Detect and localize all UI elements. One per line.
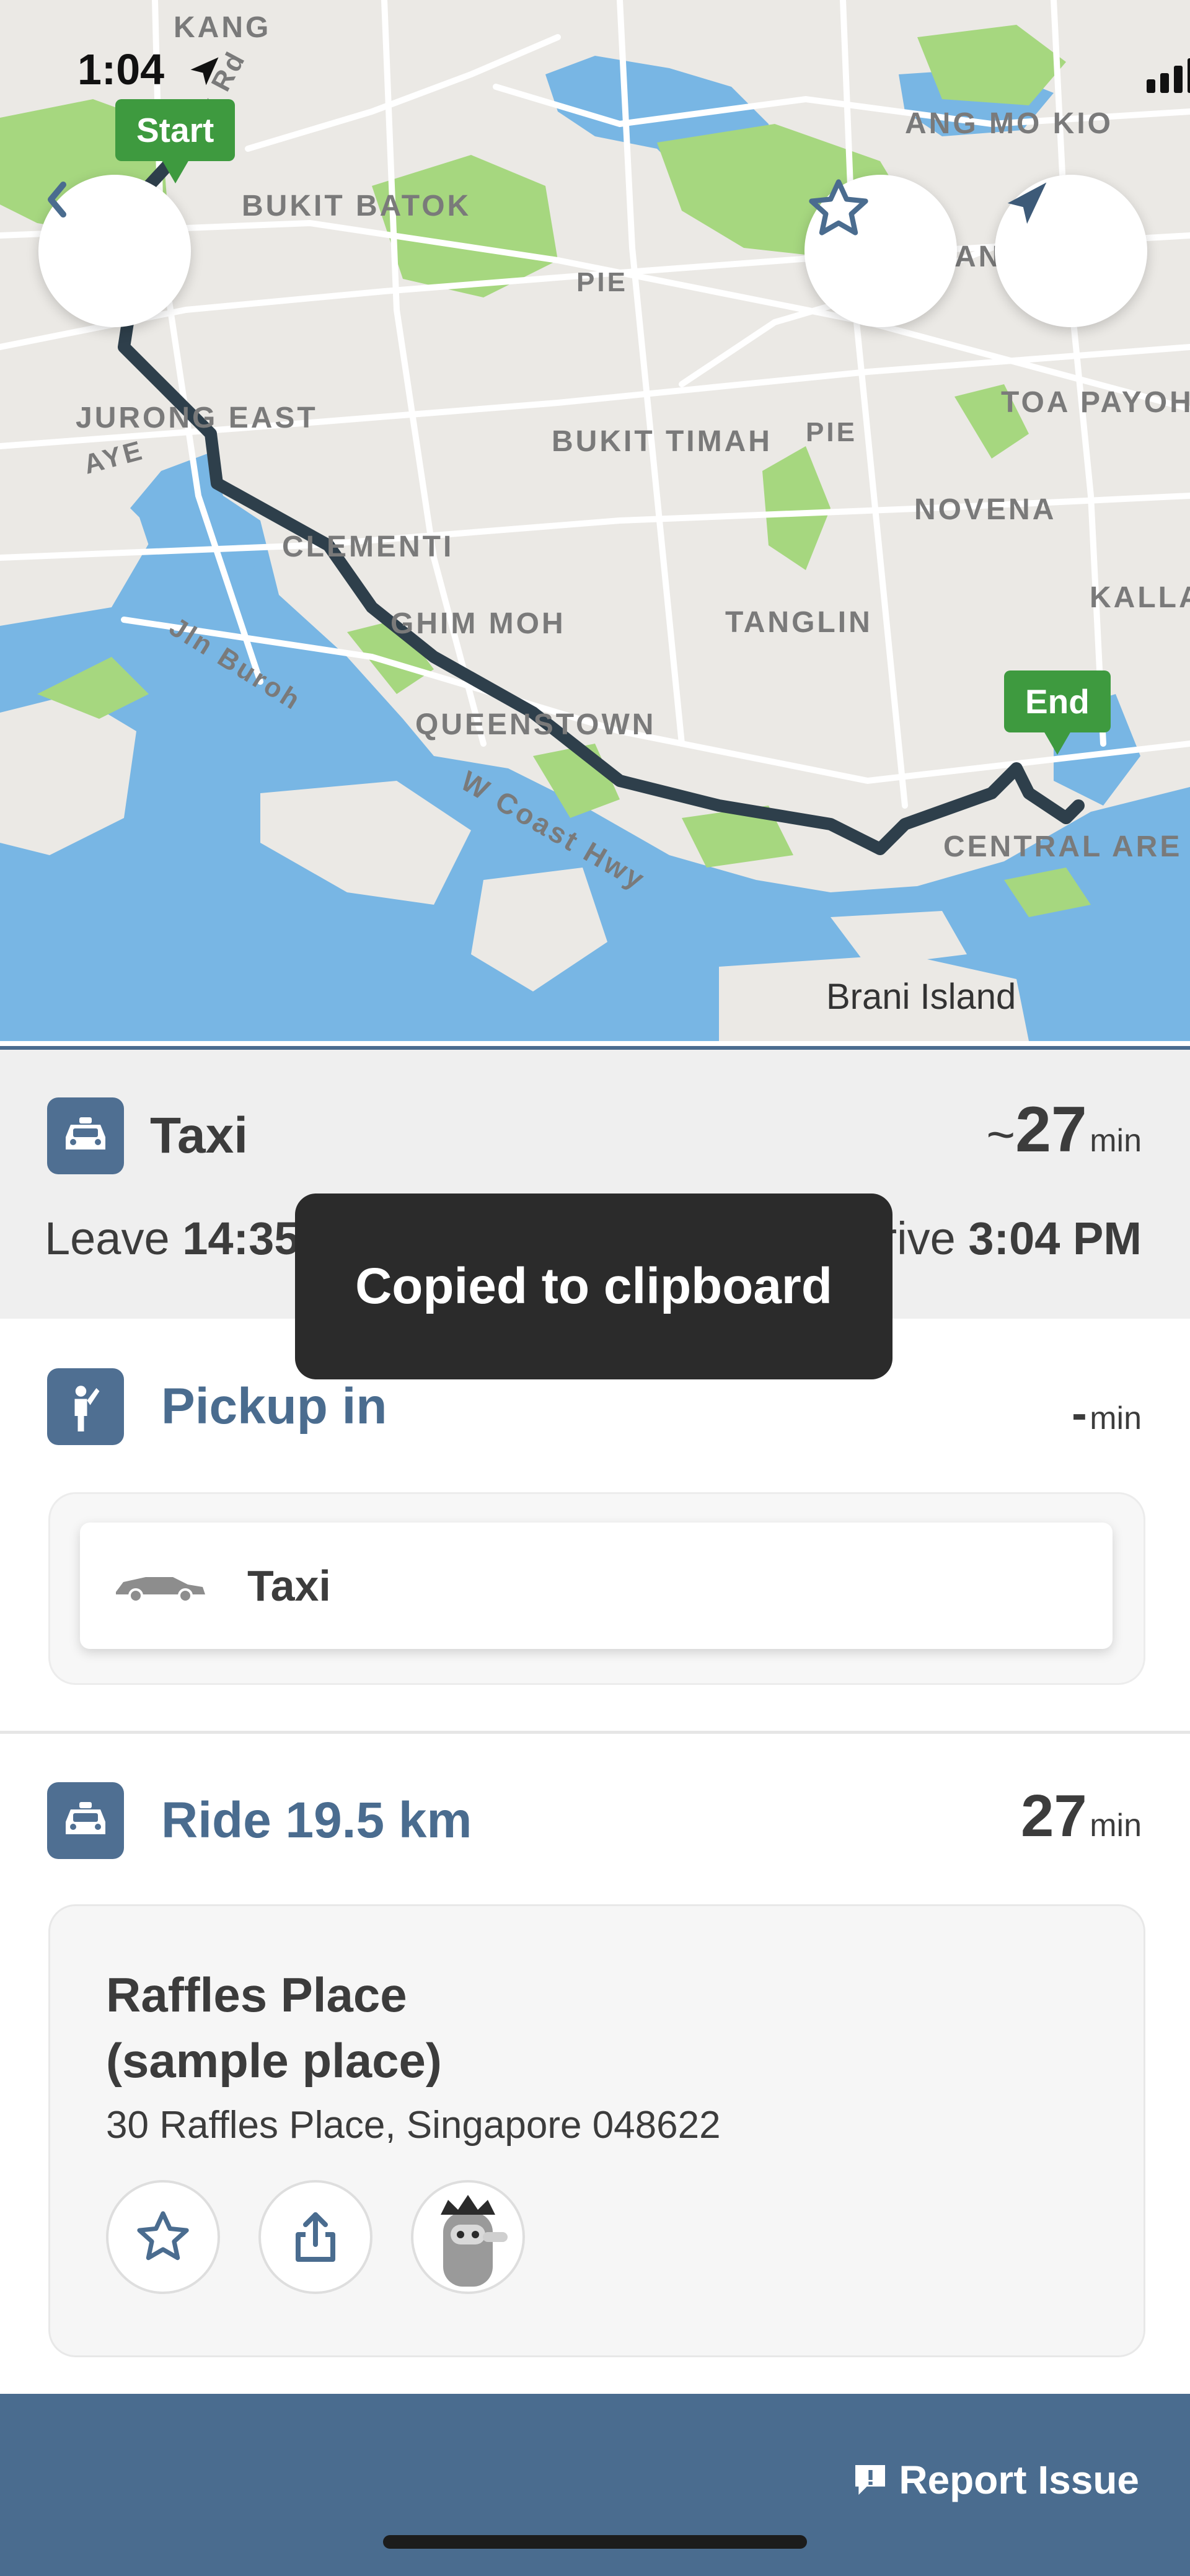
duration-unit: min — [1090, 1123, 1142, 1159]
end-pin: End — [1004, 670, 1111, 755]
person-hailing-icon — [47, 1368, 124, 1445]
map-label: KALLA — [1090, 581, 1190, 614]
chevron-left-icon — [48, 182, 66, 218]
arrive-value: 3:04 PM — [968, 1213, 1142, 1264]
map-label: GHIM MOH — [390, 607, 566, 640]
ride-duration: 27 min — [1021, 1782, 1142, 1850]
ride-label: Ride 19.5 km — [161, 1792, 472, 1848]
report-icon — [855, 2465, 886, 2495]
taxi-option[interactable]: Taxi — [80, 1523, 1113, 1649]
pickup-value: - — [1072, 1387, 1087, 1439]
ride-section: Ride 19.5 km 27 min Raffles Place (sampl… — [0, 1734, 1190, 2394]
ride-options: Taxi — [48, 1492, 1145, 1685]
map-label: BUKIT BATOK — [242, 190, 471, 222]
leave-time: Leave 14:35 — [45, 1212, 299, 1265]
locate-button[interactable] — [995, 175, 1147, 327]
map-label: ANG MO KIO — [905, 107, 1113, 140]
route-map[interactable]: KANG ANG MO KIO BUKIT BATOK JURONG EAST … — [0, 0, 1190, 1041]
footer-bar: Report Issue — [0, 2394, 1190, 2576]
favorite-button[interactable] — [804, 175, 957, 327]
destination-name-line2: (sample place) — [106, 2033, 442, 2088]
map-label: JURONG EAST — [76, 402, 318, 434]
trip-duration: ~27 min — [986, 1093, 1142, 1167]
pickup-unit: min — [1090, 1400, 1142, 1436]
report-issue-label: Report Issue — [899, 2458, 1139, 2502]
map-label: PIE — [806, 417, 857, 447]
mascot-button[interactable] — [411, 2180, 525, 2294]
start-pin: Start — [115, 99, 236, 183]
toast-text: Copied to clipboard — [355, 1258, 832, 1314]
leave-label: Leave — [45, 1213, 170, 1264]
pickup-label: Pickup in — [161, 1378, 387, 1435]
car-icon — [116, 1577, 205, 1603]
report-issue-button[interactable]: Report Issue — [850, 2457, 1139, 2503]
ride-duration-unit: min — [1090, 1808, 1142, 1844]
share-button[interactable] — [258, 2180, 372, 2294]
clipboard-toast: Copied to clipboard — [295, 1193, 892, 1379]
leave-value: 14:35 — [182, 1213, 300, 1264]
taxi-option-label: Taxi — [247, 1562, 331, 1610]
star-icon — [137, 2211, 189, 2261]
destination-name: Raffles Place (sample place) — [106, 1962, 442, 2093]
map-label: CLEMENTI — [282, 530, 454, 563]
pickup-section: Pickup in - min Taxi — [0, 1319, 1190, 1734]
status-time: 1:04 — [77, 45, 165, 94]
destination-address: 30 Raffles Place, Singapore 048622 — [106, 2104, 721, 2147]
map-label: Brani Island — [826, 977, 1016, 1017]
taxi-icon — [47, 1097, 124, 1174]
pickup-wait: - min — [1072, 1387, 1142, 1440]
destination-card: Raffles Place (sample place) 30 Raffles … — [48, 1904, 1145, 2357]
map-label: CENTRAL ARE — [943, 830, 1182, 863]
navigation-arrow-icon — [1007, 182, 1047, 224]
signal-icon — [1147, 58, 1190, 93]
taxi-icon — [47, 1782, 124, 1859]
map-label: PIE — [576, 267, 628, 297]
ride-duration-value: 27 — [1020, 1783, 1087, 1849]
mode-label: Taxi — [150, 1107, 248, 1164]
robot-mascot-icon — [441, 2195, 508, 2287]
map-label: QUEENSTOWN — [415, 708, 656, 741]
duration-prefix: ~ — [986, 1107, 1016, 1162]
share-icon — [296, 2212, 335, 2262]
destination-name-line1: Raffles Place — [106, 1967, 407, 2022]
back-button[interactable] — [38, 175, 191, 327]
map-label: KANG — [174, 11, 271, 44]
home-indicator[interactable] — [383, 2535, 807, 2549]
duration-value: 27 — [1015, 1094, 1087, 1166]
map-label: TANGLIN — [725, 606, 873, 639]
save-place-button[interactable] — [106, 2180, 220, 2294]
map-label: NOVENA — [914, 493, 1056, 526]
star-icon — [809, 179, 868, 235]
map-label: BUKIT TIMAH — [552, 425, 772, 458]
map-label: TOA PAYOH — [1001, 386, 1190, 419]
